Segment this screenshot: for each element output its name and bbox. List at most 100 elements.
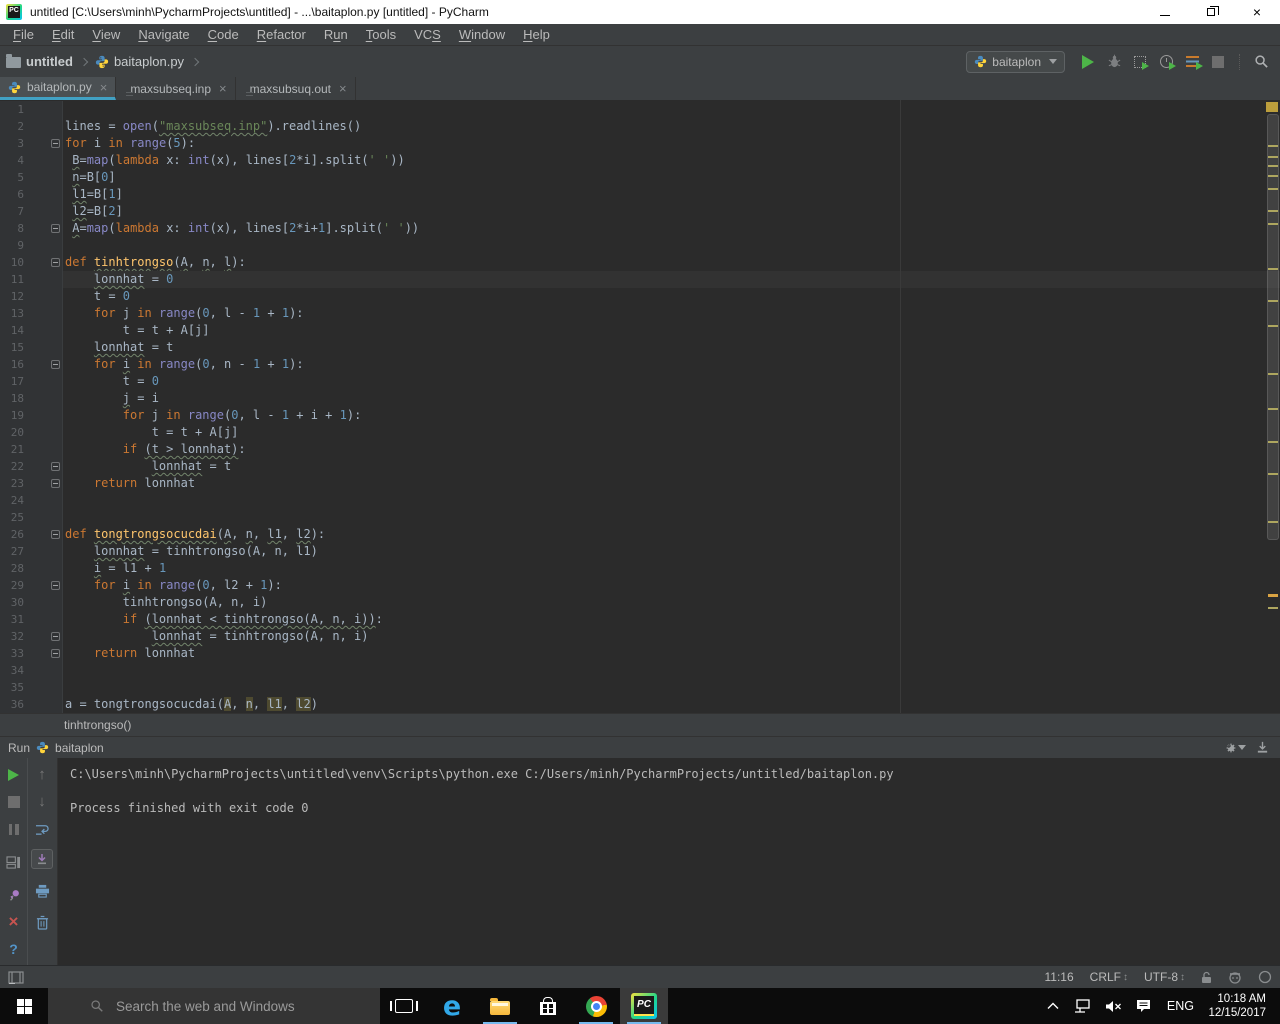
warning-stripe-mark[interactable] (1268, 594, 1278, 597)
network-button[interactable] (1070, 999, 1096, 1013)
warning-stripe-mark[interactable] (1268, 473, 1278, 475)
fold-marker-icon[interactable] (51, 360, 60, 369)
warning-stripe-mark[interactable] (1268, 268, 1278, 270)
warning-stripe-mark[interactable] (1268, 156, 1278, 158)
menu-window[interactable]: Window (450, 25, 514, 44)
fold-marker-icon[interactable] (51, 632, 60, 641)
warning-stripe-mark[interactable] (1268, 210, 1278, 212)
code-line[interactable]: 30 tinhtrongso(A, n, i) (0, 594, 1280, 611)
hidden-icons-button[interactable] (1040, 1002, 1066, 1010)
start-button[interactable] (0, 988, 48, 1024)
code-line[interactable]: 27 lonnhat = tinhtrongso(A, n, l1) (0, 543, 1280, 560)
stop-button[interactable] (4, 793, 24, 811)
menu-navigate[interactable]: Navigate (129, 25, 198, 44)
breadcrumb-file[interactable]: baitaplon.py (95, 54, 184, 69)
pause-button[interactable] (4, 820, 24, 838)
code-line[interactable]: 18 j = i (0, 390, 1280, 407)
restore-layout-button[interactable] (4, 853, 24, 871)
code-line[interactable]: 20 t = t + A[j] (0, 424, 1280, 441)
fold-marker-icon[interactable] (51, 139, 60, 148)
menu-view[interactable]: View (83, 25, 129, 44)
chrome-button[interactable] (572, 988, 620, 1024)
menu-refactor[interactable]: Refactor (248, 25, 315, 44)
fold-marker-icon[interactable] (51, 258, 60, 267)
code-line[interactable]: 35 (0, 679, 1280, 696)
task-view-button[interactable] (380, 988, 428, 1024)
code-line[interactable]: 4 B=map(lambda x: int(x), lines[2*i].spl… (0, 152, 1280, 169)
warning-stripe-mark[interactable] (1268, 607, 1278, 609)
edge-button[interactable]: e (428, 988, 476, 1024)
code-line[interactable]: 9 (0, 237, 1280, 254)
down-stack-button[interactable]: ↓ (32, 793, 52, 811)
hector-inspector[interactable] (1228, 970, 1242, 984)
code-line[interactable]: 8 A=map(lambda x: int(x), lines[2*i+1].s… (0, 220, 1280, 237)
tab-maxsubsuq.out[interactable]: maxsubsuq.out× (236, 77, 356, 100)
code-line[interactable]: 1 (0, 101, 1280, 118)
debug-button[interactable] (1101, 50, 1127, 74)
code-line[interactable]: 26def tongtrongsocucdai(A, n, l1, l2): (0, 526, 1280, 543)
code-line[interactable]: 15 lonnhat = t (0, 339, 1280, 356)
encoding-selector[interactable]: UTF-8↕ (1144, 970, 1185, 984)
print-button[interactable] (32, 882, 52, 900)
code-line[interactable]: 28 i = l1 + 1 (0, 560, 1280, 577)
code-line[interactable]: 34 (0, 662, 1280, 679)
hide-panel-button[interactable] (1252, 739, 1272, 757)
code-line[interactable]: 14 t = t + A[j] (0, 322, 1280, 339)
close-button[interactable]: × (1234, 0, 1280, 24)
code-line[interactable]: 31 if (lonnhat < tinhtrongso(A, n, i)): (0, 611, 1280, 628)
code-line[interactable]: 7 l2=B[2] (0, 203, 1280, 220)
tab-maxsubseq.inp[interactable]: maxsubseq.inp× (116, 77, 235, 100)
code-line[interactable]: 22 lonnhat = t (0, 458, 1280, 475)
editor-breadcrumbs[interactable]: tinhtrongso() (0, 713, 1280, 736)
restore-button[interactable] (1188, 0, 1234, 24)
menu-edit[interactable]: Edit (43, 25, 83, 44)
clear-all-button[interactable] (32, 913, 52, 931)
help-button[interactable]: ? (4, 940, 24, 958)
code-line[interactable]: 3for i in range(5): (0, 135, 1280, 152)
run-tab-label[interactable]: baitaplon (55, 741, 104, 755)
profiler-button[interactable] (1153, 50, 1179, 74)
code-line[interactable]: 2lines = open("maxsubseq.inp").readlines… (0, 118, 1280, 135)
stop-button[interactable] (1205, 50, 1231, 74)
code-line[interactable]: 23 return lonnhat (0, 475, 1280, 492)
code-editor[interactable]: 12lines = open("maxsubseq.inp").readline… (0, 100, 1280, 713)
minimize-button[interactable] (1142, 0, 1188, 24)
scroll-to-end-button[interactable] (31, 849, 53, 869)
editor-scrollbar-thumb[interactable] (1267, 114, 1279, 540)
language-indicator[interactable]: ENG (1160, 999, 1200, 1013)
code-line[interactable]: 32 lonnhat = tinhtrongso(A, n, i) (0, 628, 1280, 645)
tab-baitaplon.py[interactable]: baitaplon.py× (0, 77, 116, 100)
menu-code[interactable]: Code (199, 25, 248, 44)
warning-stripe-mark[interactable] (1268, 188, 1278, 190)
tab-close-icon[interactable]: × (219, 81, 227, 96)
soft-wrap-button[interactable] (32, 820, 52, 838)
inspection-indicator-icon[interactable] (1266, 102, 1278, 112)
tab-close-icon[interactable]: × (339, 81, 347, 96)
warning-stripe-mark[interactable] (1268, 165, 1278, 167)
code-line[interactable]: 21 if (t > lonnhat): (0, 441, 1280, 458)
search-everywhere-button[interactable] (1248, 50, 1274, 74)
code-line[interactable]: 24 (0, 492, 1280, 509)
fold-marker-icon[interactable] (51, 649, 60, 658)
code-line[interactable]: 12 t = 0 (0, 288, 1280, 305)
code-line[interactable]: 16 for i in range(0, n - 1 + 1): (0, 356, 1280, 373)
run-console-output[interactable]: C:\Users\minh\PycharmProjects\untitled\v… (58, 758, 1280, 965)
volume-button[interactable] (1100, 1000, 1126, 1013)
code-line[interactable]: 17 t = 0 (0, 373, 1280, 390)
caret-position[interactable]: 11:16 (1045, 970, 1074, 984)
close-button[interactable]: × (4, 913, 24, 931)
code-line[interactable]: 29 for i in range(0, l2 + 1): (0, 577, 1280, 594)
warning-stripe-mark[interactable] (1268, 175, 1278, 177)
menu-tools[interactable]: Tools (357, 25, 405, 44)
run-coverage-button[interactable] (1127, 50, 1153, 74)
store-button[interactable] (524, 988, 572, 1024)
code-line[interactable]: 36a = tongtrongsocucdai(A, n, l1, l2) (0, 696, 1280, 713)
taskbar-clock[interactable]: 10:18 AM 12/15/2017 (1204, 992, 1274, 1020)
action-center-button[interactable] (1130, 999, 1156, 1013)
code-line[interactable]: 25 (0, 509, 1280, 526)
rerun-button[interactable] (4, 766, 24, 784)
file-explorer-button[interactable] (476, 988, 524, 1024)
toggle-toolwindows-button[interactable] (8, 971, 24, 984)
code-line[interactable]: 19 for j in range(0, l - 1 + i + 1): (0, 407, 1280, 424)
warning-stripe-mark[interactable] (1268, 373, 1278, 375)
